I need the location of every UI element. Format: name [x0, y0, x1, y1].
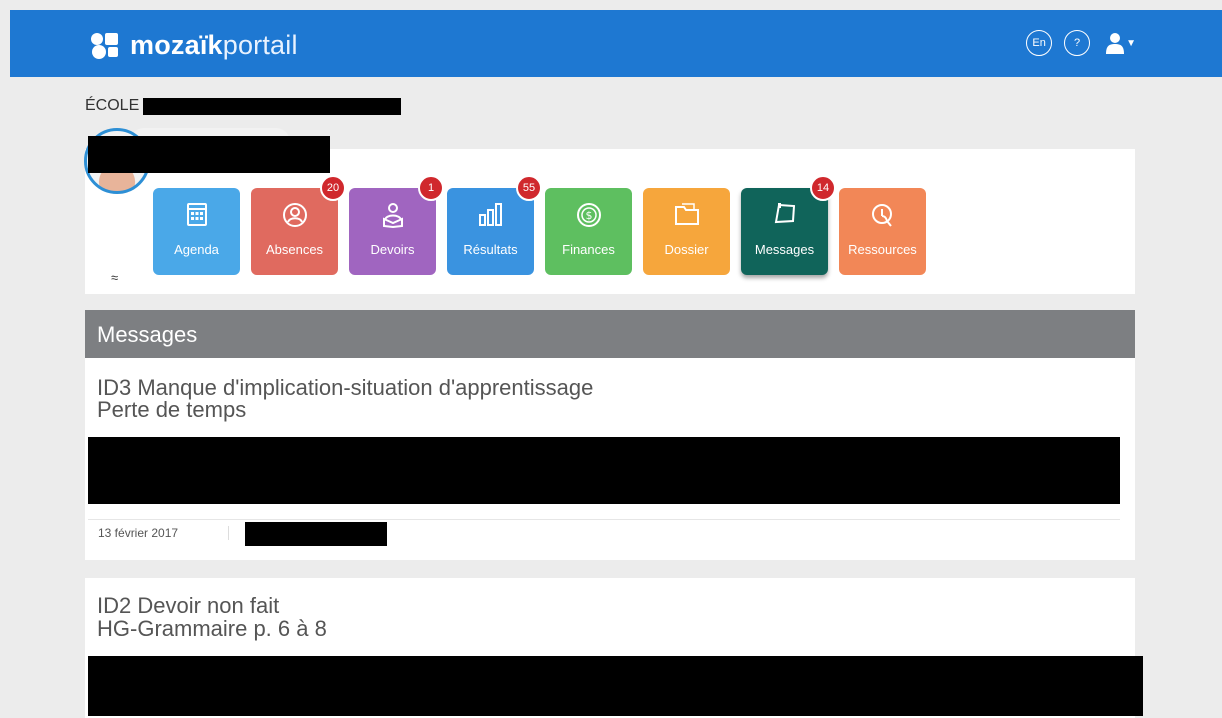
resource-icon [871, 204, 892, 227]
message-subtitle: Perte de temps [97, 397, 247, 422]
section-title: Messages [85, 310, 1135, 358]
tile-label: Agenda [174, 242, 219, 257]
tile-dossier[interactable]: Dossier [643, 188, 730, 275]
tile-resultats[interactable]: Résultats 55 [447, 175, 542, 275]
redacted-author [245, 522, 387, 546]
folder-icon [674, 203, 699, 225]
dollar-icon: $ [576, 203, 601, 227]
tile-label: Résultats [463, 242, 518, 257]
tile-ressources[interactable]: Ressources [839, 188, 926, 275]
school-label: ÉCOLE [85, 97, 140, 114]
absences-count-badge: 20 [320, 175, 346, 201]
message-date: 13 février 2017 [98, 526, 179, 540]
logo[interactable]: mozaïkportail [90, 28, 298, 62]
language-button[interactable]: En [1026, 30, 1053, 56]
top-bar: mozaïkportail En ? ▼ [10, 10, 1222, 77]
message-card[interactable]: ID2 Devoir non fait HG-Grammaire p. 6 à … [85, 578, 1143, 718]
logo-light: portail [222, 29, 298, 60]
bar-chart-icon [478, 203, 502, 226]
tile-messages[interactable]: Messages 14 [741, 175, 836, 275]
resultats-count-badge: 55 [516, 175, 542, 201]
logo-bold: mozaïk [130, 29, 223, 60]
devoirs-count-badge: 1 [418, 175, 444, 201]
help-button[interactable]: ? [1064, 30, 1091, 56]
separator [228, 526, 229, 540]
top-actions: En ? ▼ [1026, 30, 1136, 56]
redacted-student-name [88, 136, 330, 173]
reader-icon [382, 203, 403, 228]
tile-label: Finances [562, 242, 615, 257]
user-menu-button[interactable]: ▼ [1106, 32, 1136, 54]
calendar-icon [186, 203, 207, 226]
tile-finances[interactable]: $ Finances [545, 188, 632, 275]
collapse-chevron-icon[interactable]: ≈ [111, 270, 118, 285]
module-tiles: Agenda Absences 20 Devoirs 1 Résultats 5… [153, 175, 926, 275]
messages-count-badge: 14 [810, 175, 836, 201]
message-icon [774, 203, 795, 224]
message-subtitle: HG-Grammaire p. 6 à 8 [97, 616, 327, 641]
tile-label: Messages [754, 242, 815, 257]
user-icon [1106, 33, 1125, 54]
tile-label: Absences [265, 242, 324, 257]
school-name: ÉCOLE [85, 97, 402, 115]
message-title: ID3 Manque d'implication-situation d'app… [97, 375, 594, 400]
logo-text: mozaïkportail [130, 30, 298, 61]
divider [88, 519, 1120, 520]
message-title: ID2 Devoir non fait [97, 593, 280, 618]
tile-absences[interactable]: Absences 20 [251, 175, 346, 275]
tile-devoirs[interactable]: Devoirs 1 [349, 175, 444, 275]
message-card[interactable]: ID3 Manque d'implication-situation d'app… [85, 358, 1135, 560]
redacted-message-body [88, 437, 1120, 504]
mozaik-logo-icon [91, 33, 118, 59]
person-circle-icon [282, 203, 307, 227]
redacted-school-name [143, 97, 402, 115]
tile-label: Ressources [848, 242, 917, 257]
tile-label: Devoirs [370, 242, 415, 257]
tile-agenda[interactable]: Agenda [153, 188, 240, 275]
chevron-down-icon: ▼ [1126, 37, 1136, 49]
redacted-message-body [88, 656, 1143, 716]
svg-text:$: $ [585, 209, 592, 222]
tile-label: Dossier [664, 242, 709, 257]
